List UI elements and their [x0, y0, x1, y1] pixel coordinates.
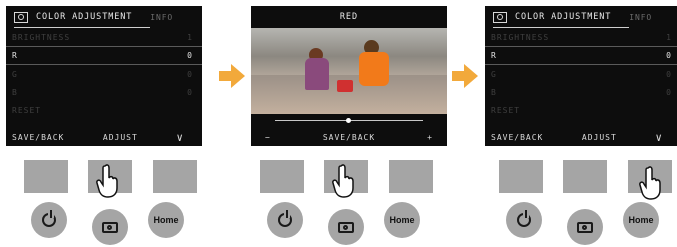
decrease-button[interactable]: − [265, 133, 271, 142]
menu-row-brightness[interactable]: BRIGHTNESS 1 [6, 28, 202, 46]
slider-knob[interactable] [346, 118, 351, 123]
soft-button-left[interactable] [260, 160, 304, 193]
row-label: G [12, 69, 18, 79]
menu-row-reset[interactable]: RESET [485, 101, 677, 119]
soft-button-right[interactable] [153, 160, 197, 193]
hand-pointer-icon [96, 164, 118, 198]
menu-row-b[interactable]: B0 [6, 83, 202, 101]
camera-icon [338, 221, 354, 233]
menu-row-reset[interactable]: RESET [6, 101, 202, 119]
right-arrow-icon [219, 62, 245, 90]
camera-icon [577, 221, 593, 233]
soft-button-right[interactable] [389, 160, 433, 193]
tab-color-adjustment[interactable]: COLOR ADJUSTMENT [36, 12, 132, 22]
power-icon [42, 210, 56, 227]
row-value: 0 [666, 51, 672, 60]
row-value: 0 [187, 51, 193, 60]
preview-photo [251, 28, 447, 114]
soft-button-left[interactable] [24, 160, 68, 193]
power-button[interactable] [31, 202, 67, 238]
power-button[interactable] [267, 202, 303, 238]
hand-pointer-icon [639, 166, 661, 200]
row-label: R [12, 51, 18, 60]
row-value: 0 [666, 87, 672, 97]
red-slider[interactable] [275, 118, 423, 123]
row-label: B [491, 87, 497, 97]
screen-footer: SAVE/BACK ADJUST ∨ [485, 128, 677, 146]
home-button[interactable]: Home [384, 202, 420, 238]
menu-row-brightness[interactable]: BRIGHTNESS 1 [485, 28, 677, 46]
camera-screen-color-adjustment: COLOR ADJUSTMENT INFO BRIGHTNESS 1 R0 G0 … [485, 6, 677, 146]
row-label: RESET [491, 105, 521, 115]
camera-icon [14, 11, 28, 23]
menu-row-g[interactable]: G0 [6, 65, 202, 83]
row-label: G [491, 69, 497, 79]
soft-button-middle[interactable] [563, 160, 607, 193]
footer-adjust[interactable]: ADJUST [582, 133, 617, 142]
right-arrow-icon [452, 62, 478, 90]
tab-underline [493, 27, 629, 28]
row-label: B [12, 87, 18, 97]
camera-icon [493, 11, 507, 23]
screen-title: RED [339, 12, 359, 22]
row-label: R [491, 51, 497, 60]
chevron-down-icon[interactable]: ∨ [655, 131, 663, 144]
power-icon [278, 210, 292, 227]
camera-icon [102, 221, 118, 233]
row-value: 1 [187, 32, 193, 42]
home-button[interactable]: Home [148, 202, 184, 238]
camera-button[interactable] [328, 209, 364, 245]
power-icon [517, 210, 531, 227]
footer-save-back[interactable]: SAVE/BACK [491, 133, 543, 142]
home-label: Home [389, 215, 415, 225]
camera-screen-red-adjust: RED − SAVE/BACK + [251, 6, 447, 146]
tab-info[interactable]: INFO [150, 13, 173, 22]
tab-underline [14, 27, 150, 28]
menu-row-b[interactable]: B0 [485, 83, 677, 101]
row-value: 0 [187, 87, 193, 97]
home-label: Home [153, 215, 179, 225]
power-button[interactable] [506, 202, 542, 238]
footer-save-back[interactable]: SAVE/BACK [323, 133, 375, 142]
camera-screen-color-adjustment: COLOR ADJUSTMENT INFO BRIGHTNESS 1 R0 G0 … [6, 6, 202, 146]
row-label: BRIGHTNESS [12, 32, 71, 42]
camera-button[interactable] [567, 209, 603, 245]
row-value: 1 [666, 32, 672, 42]
home-label: Home [628, 215, 654, 225]
menu-row-r[interactable]: R0 [485, 46, 677, 65]
hand-pointer-icon [332, 164, 354, 198]
increase-button[interactable]: + [427, 133, 433, 142]
home-button[interactable]: Home [623, 202, 659, 238]
tab-color-adjustment[interactable]: COLOR ADJUSTMENT [515, 12, 611, 22]
soft-button-left[interactable] [499, 160, 543, 193]
tab-info[interactable]: INFO [629, 13, 652, 22]
row-value: 0 [666, 69, 672, 79]
screen-header: COLOR ADJUSTMENT INFO [485, 6, 677, 28]
camera-button[interactable] [92, 209, 128, 245]
screen-header: COLOR ADJUSTMENT INFO [6, 6, 202, 28]
footer-adjust[interactable]: ADJUST [103, 133, 138, 142]
footer-save-back[interactable]: SAVE/BACK [12, 133, 64, 142]
screen-footer: SAVE/BACK ADJUST ∨ [6, 128, 202, 146]
row-value: 0 [187, 69, 193, 79]
menu-row-r[interactable]: R0 [6, 46, 202, 65]
row-label: BRIGHTNESS [491, 32, 550, 42]
screen-footer: − SAVE/BACK + [251, 128, 447, 146]
menu-row-g[interactable]: G0 [485, 65, 677, 83]
chevron-down-icon[interactable]: ∨ [176, 131, 184, 144]
row-label: RESET [12, 105, 42, 115]
